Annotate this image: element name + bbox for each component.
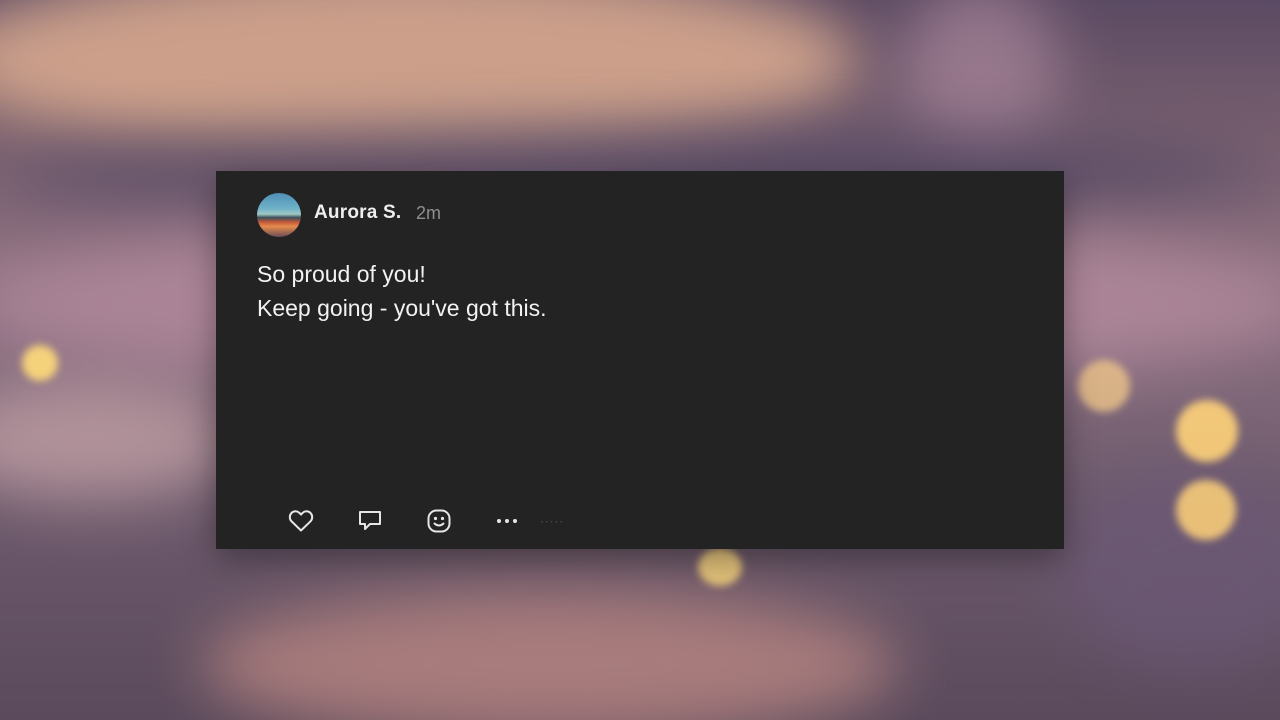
more-options-button[interactable]	[492, 507, 522, 535]
timestamp: 2m	[416, 203, 442, 223]
bokeh-light	[22, 345, 58, 381]
message-line: So proud of you!	[257, 261, 426, 287]
bokeh-light	[1078, 360, 1130, 412]
faded-indicator-icon: ·····	[540, 515, 565, 529]
like-button[interactable]	[286, 507, 316, 535]
comment-button[interactable]	[355, 507, 385, 535]
bokeh-light	[1176, 480, 1236, 540]
background-floor-right	[1060, 470, 1280, 670]
post-message: So proud of you! Keep going - you've got…	[257, 257, 547, 325]
background-scene: Aurora S. 2m So proud of you! Keep going…	[0, 0, 1280, 720]
message-line: Keep going - you've got this.	[257, 295, 547, 321]
more-icon	[497, 519, 517, 523]
post-card: Aurora S. 2m So proud of you! Keep going…	[216, 171, 1064, 549]
comment-icon	[359, 511, 381, 530]
avatar[interactable]	[257, 193, 301, 237]
bokeh-light	[1176, 400, 1238, 462]
bokeh-light	[698, 548, 742, 586]
heart-icon	[288, 510, 314, 532]
react-button[interactable]	[424, 507, 454, 535]
background-reflection-bottom	[200, 590, 900, 720]
emoji-react-icon	[427, 509, 451, 533]
author-name[interactable]: Aurora S.	[314, 202, 401, 224]
background-table-left	[0, 380, 240, 500]
